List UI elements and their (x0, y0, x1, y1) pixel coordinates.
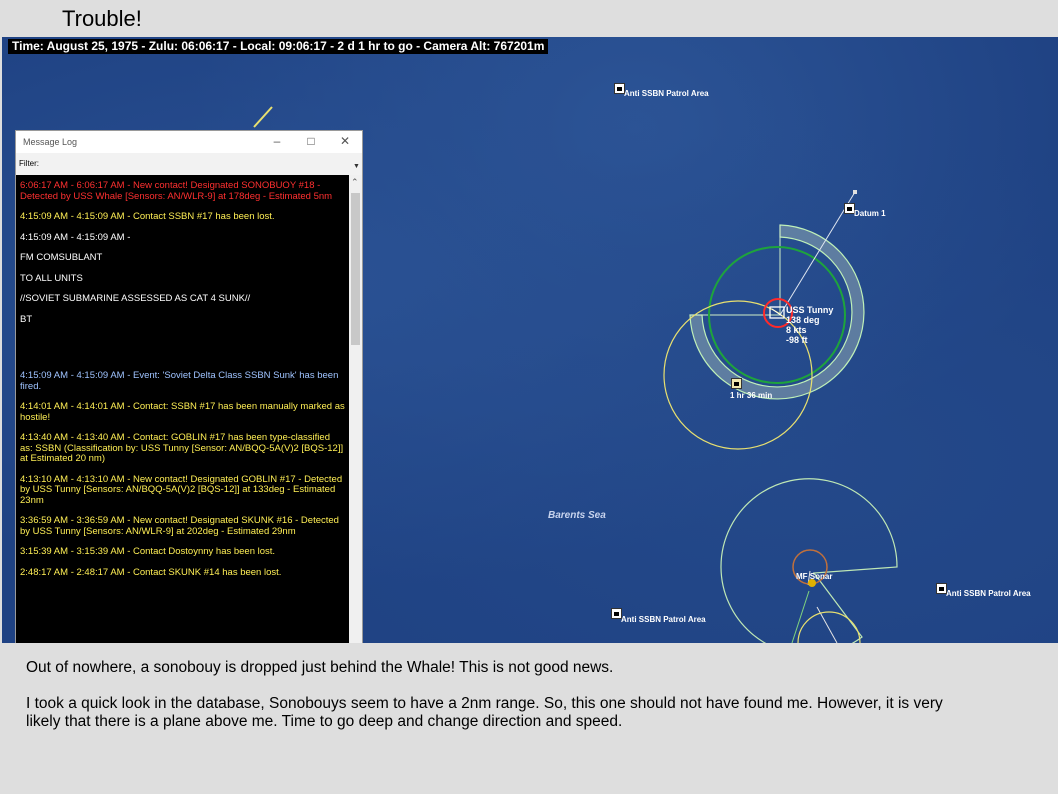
filter-label: Filter: (19, 159, 39, 168)
message-entry: 3:15:39 AM - 3:15:39 AM - Contact Dostoy… (20, 546, 276, 557)
message-entry: //SOVIET SUBMARINE ASSESSED AS CAT 4 SUN… (20, 293, 251, 304)
sonar-coverage (720, 478, 898, 643)
message-entry: 4:15:09 AM - 4:15:09 AM - Event: 'Soviet… (20, 370, 339, 392)
message-entry: 4:15:09 AM - 4:15:09 AM - Contact SSBN #… (20, 211, 275, 222)
unit-heading: 138 deg (786, 315, 820, 325)
message-entry: 4:13:40 AM - 4:13:40 AM - Contact: GOBLI… (20, 432, 344, 464)
eta-label: 1 hr 36 min (730, 391, 773, 400)
chevron-down-icon[interactable]: ▼ (353, 163, 361, 171)
patrol-area-label-bottom-left[interactable]: Anti SSBN Patrol Area (621, 615, 706, 624)
unit-name: USS Tunny (786, 305, 834, 315)
patrol-area-label-top[interactable]: Anti SSBN Patrol Area (624, 89, 709, 98)
message-log-title: Message Log (23, 137, 78, 147)
message-entry: 4:15:09 AM - 4:15:09 AM - (20, 231, 131, 243)
datum-label[interactable]: Datum 1 (854, 209, 886, 218)
message-entry: FM COMSUBLANT (20, 252, 103, 263)
unit-depth: -98 ft (786, 335, 808, 345)
datum-marker (853, 190, 857, 194)
message-entry: TO ALL UNITS (20, 272, 83, 284)
tunny-unit-label[interactable]: USS Tunny 138 deg 8 kts -98 ft (786, 305, 833, 345)
close-icon[interactable]: ✕ (336, 134, 354, 148)
message-entry: 2:48:17 AM - 2:48:17 AM - Contact SKUNK … (20, 566, 282, 578)
waypoint-icon[interactable] (731, 378, 742, 389)
message-entry: 3:36:59 AM - 3:36:59 AM - New contact! D… (20, 515, 339, 537)
unit-speed: 8 kts (786, 325, 807, 335)
caption-paragraph-2: I took a quick look in the database, Son… (26, 695, 943, 730)
message-entry: 4:13:10 AM - 4:13:10 AM - New contact! D… (20, 473, 343, 506)
caption-paragraph-1: Out of nowhere, a sonobouy is dropped ju… (26, 659, 614, 676)
message-entry: 4:14:01 AM - 4:14:01 AM - Contact: SSBN … (20, 401, 345, 423)
patrol-area-label-bottom-right[interactable]: Anti SSBN Patrol Area (946, 589, 1031, 598)
chevron-up-icon[interactable]: ⌃ (351, 177, 359, 188)
tactical-map[interactable]: Time: August 25, 1975 - Zulu: 06:06:17 -… (2, 37, 1058, 643)
scrollbar-thumb[interactable] (351, 193, 360, 345)
message-log-titlebar[interactable]: Message Log – □ ✕ (16, 131, 362, 153)
status-bar: Time: August 25, 1975 - Zulu: 06:06:17 -… (8, 39, 549, 54)
message-entry: BT (20, 313, 33, 325)
sonar-label[interactable]: MF Sonar (796, 572, 832, 581)
maximize-icon[interactable]: □ (302, 134, 320, 148)
minimize-icon[interactable]: – (268, 134, 286, 148)
message-log-window[interactable]: Message Log – □ ✕ Filter: ▼ 6:06:17 AM -… (15, 130, 363, 643)
sonar-bearing (791, 590, 810, 643)
message-log-scrollbar[interactable]: ⌃ (349, 175, 362, 643)
page-title: Trouble! (62, 6, 142, 31)
aircraft-track (253, 106, 273, 128)
message-list[interactable]: 6:06:17 AM - 6:06:17 AM - New contact! D… (16, 175, 349, 643)
sonar-range-inner (797, 611, 861, 643)
barents-sea-label: Barents Sea (548, 510, 606, 521)
message-entry: 6:06:17 AM - 6:06:17 AM - New contact! D… (20, 180, 333, 202)
caption: Out of nowhere, a sonobouy is dropped ju… (26, 659, 966, 749)
filter-row: Filter: ▼ (16, 153, 362, 175)
